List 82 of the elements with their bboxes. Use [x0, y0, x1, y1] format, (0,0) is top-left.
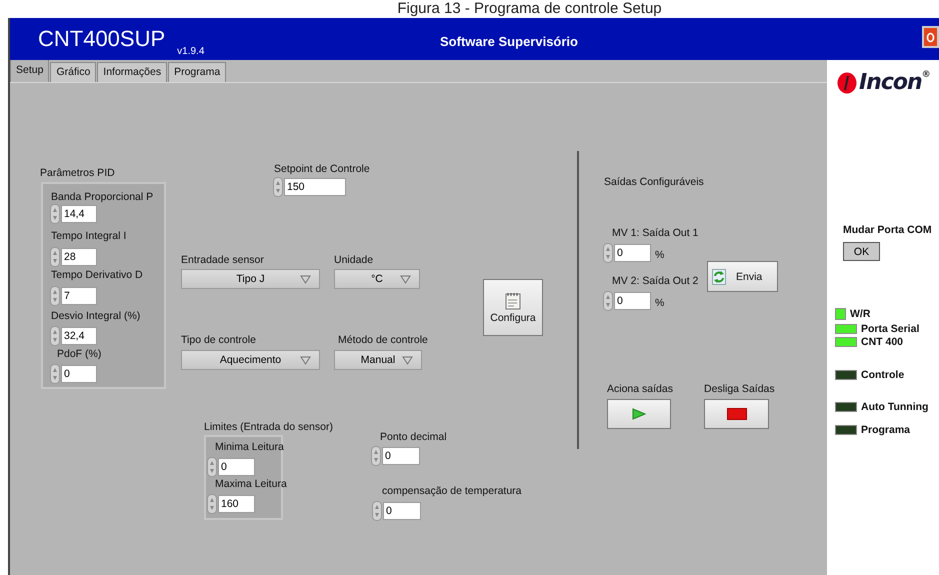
field-label: MV 2: Saída Out 2: [612, 275, 698, 288]
spinner-arrows[interactable]: [50, 286, 60, 306]
field-label: Tempo Derivativo D: [51, 269, 143, 282]
section-label: Saídas Configuráveis: [604, 176, 704, 189]
caret-icon: [400, 275, 411, 284]
group-label: Parâmetros PID: [40, 167, 115, 180]
field-label: Setpoint de Controle: [274, 163, 370, 176]
ok-button[interactable]: OK: [843, 242, 880, 261]
field-label: Ponto decimal: [380, 431, 447, 444]
refresh-icon: [712, 268, 726, 284]
field-label: Entradade sensor: [181, 254, 264, 267]
spinner-arrows[interactable]: [207, 494, 217, 514]
dropdown[interactable]: Aquecimento: [181, 350, 320, 370]
field-label: compensação de temperatura: [382, 485, 522, 498]
caret-icon: [300, 275, 311, 284]
caret-icon: [402, 356, 413, 365]
window-title: Software Supervisório: [440, 34, 578, 49]
stop-button[interactable]: [704, 399, 769, 429]
caret-icon: [300, 356, 311, 365]
power-button[interactable]: [922, 26, 939, 48]
spinner-arrows[interactable]: [50, 364, 60, 384]
number-field[interactable]: 150: [284, 178, 346, 196]
indicator-label: Auto Tunning: [861, 401, 928, 413]
tab[interactable]: Setup: [10, 59, 50, 82]
dropdown[interactable]: °C: [334, 269, 420, 289]
indicator-label: Controle: [861, 369, 904, 381]
group-label: Limites (Entrada do sensor): [204, 421, 333, 434]
number-field[interactable]: 0: [614, 292, 651, 310]
number-field[interactable]: 0: [614, 244, 651, 262]
dropdown[interactable]: Tipo J: [181, 269, 320, 289]
field-label: Maxima Leitura: [215, 478, 287, 491]
app-title: CNT400SUP: [38, 26, 166, 52]
spinner-arrows[interactable]: [50, 204, 60, 224]
play-icon: [632, 408, 646, 420]
port-label: Mudar Porta COM: [843, 224, 932, 236]
indicator-label: W/R: [850, 308, 870, 320]
spinner-arrows[interactable]: [273, 177, 283, 197]
spinner-arrows[interactable]: [371, 446, 381, 466]
spinner-arrows[interactable]: [207, 457, 217, 477]
button-label: Aciona saídas: [607, 383, 673, 396]
start-button[interactable]: [607, 399, 671, 429]
indicator-label: Porta Serial: [861, 323, 920, 335]
send-button[interactable]: Envia: [707, 261, 778, 292]
number-field[interactable]: 0: [382, 447, 420, 465]
tab[interactable]: Informações: [97, 62, 168, 82]
spinner-arrows[interactable]: [603, 243, 613, 263]
version-label: v1.9.4: [177, 46, 204, 57]
number-field[interactable]: 0: [383, 502, 421, 520]
number-field[interactable]: 14,4: [61, 205, 97, 223]
field-label: Unidade: [334, 254, 374, 267]
company-logo: Incon®: [837, 69, 930, 97]
spinner-arrows[interactable]: [603, 291, 613, 311]
power-icon: [926, 32, 935, 42]
number-field[interactable]: 0: [218, 458, 255, 476]
field-label: Tipo de controle: [181, 334, 256, 347]
configure-button[interactable]: Configura: [483, 279, 543, 336]
number-field[interactable]: 7: [61, 287, 97, 305]
spinner-arrows[interactable]: [50, 326, 60, 346]
field-label: Método de controle: [338, 334, 428, 347]
number-field[interactable]: 32,4: [61, 327, 97, 345]
field-label: PdoF (%): [57, 348, 102, 361]
indicator-label: CNT 400: [861, 336, 904, 348]
tab[interactable]: Gráfico: [50, 62, 96, 82]
field-label: Desvio Integral (%): [51, 310, 140, 323]
tab[interactable]: Programa: [168, 62, 226, 82]
number-field[interactable]: 160: [218, 495, 255, 513]
figure-caption: Figura 13 - Programa de controle Setup: [396, 0, 663, 18]
number-field[interactable]: 28: [61, 248, 97, 266]
unit-label: %: [655, 249, 664, 262]
dropdown[interactable]: Manual: [334, 350, 422, 370]
notepad-icon: [505, 292, 521, 310]
field-label: Minima Leitura: [215, 441, 284, 454]
indicator-label: Programa: [861, 424, 910, 436]
spinner-arrows[interactable]: [372, 501, 382, 521]
unit-label: %: [655, 297, 664, 310]
stop-icon: [726, 408, 746, 420]
field-label: Banda Proporcional P: [51, 191, 154, 204]
button-label: Desliga Saídas: [704, 383, 775, 396]
number-field[interactable]: 0: [61, 365, 97, 383]
spinner-arrows[interactable]: [50, 247, 60, 267]
field-label: Tempo Integral I: [51, 230, 126, 243]
field-label: MV 1: Saída Out 1: [612, 227, 698, 240]
